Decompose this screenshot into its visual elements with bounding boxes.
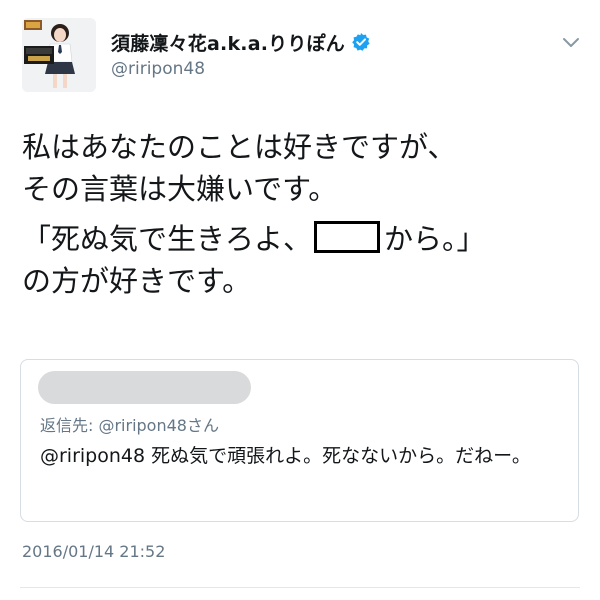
quoted-reply-text: @riripon48 死ぬ気で頑張れよ。死なないから。だねー。 (40, 445, 531, 467)
chevron-down-icon[interactable] (562, 35, 580, 49)
tweet-line-with-redaction: 「死ぬ気で生きろよ、 から。」 (22, 218, 582, 260)
tweet-line: 私はあなたのことは好きですが、 (22, 130, 457, 164)
tweet-text: 私はあなたのことは好きですが、 その言葉は大嫌いです。 「死ぬ気で生きろよ、 から… (22, 126, 582, 302)
tweet-line-fragment: から。」 (384, 222, 486, 256)
blurred-author-name (38, 371, 251, 404)
tweet-line: の方が好きです。 (22, 264, 252, 298)
quoted-reply-card[interactable]: 返信先: @riripon48さん @riripon48 死ぬ気で頑張れよ。死な… (20, 359, 579, 522)
tweet-line-fragment: 「死ぬ気で生きろよ、 (22, 222, 313, 256)
avatar[interactable] (22, 18, 96, 92)
profile-photo-icon (22, 18, 96, 92)
replying-to-label: 返信先: @riripon48さん (40, 416, 219, 435)
tweet: 須藤凜々花a.k.a.りりぽん @riripon48 私はあなたのことは好きです… (0, 0, 600, 600)
redaction-box (314, 221, 381, 253)
divider (20, 587, 580, 588)
verified-badge-icon (351, 32, 371, 52)
author-name-row[interactable]: 須藤凜々花a.k.a.りりぽん (111, 29, 371, 56)
display-name[interactable]: 須藤凜々花a.k.a.りりぽん (111, 29, 345, 56)
tweet-line: その言葉は大嫌いです。 (22, 172, 338, 206)
timestamp[interactable]: 2016/01/14 21:52 (22, 542, 165, 561)
username[interactable]: @riripon48 (111, 59, 205, 79)
